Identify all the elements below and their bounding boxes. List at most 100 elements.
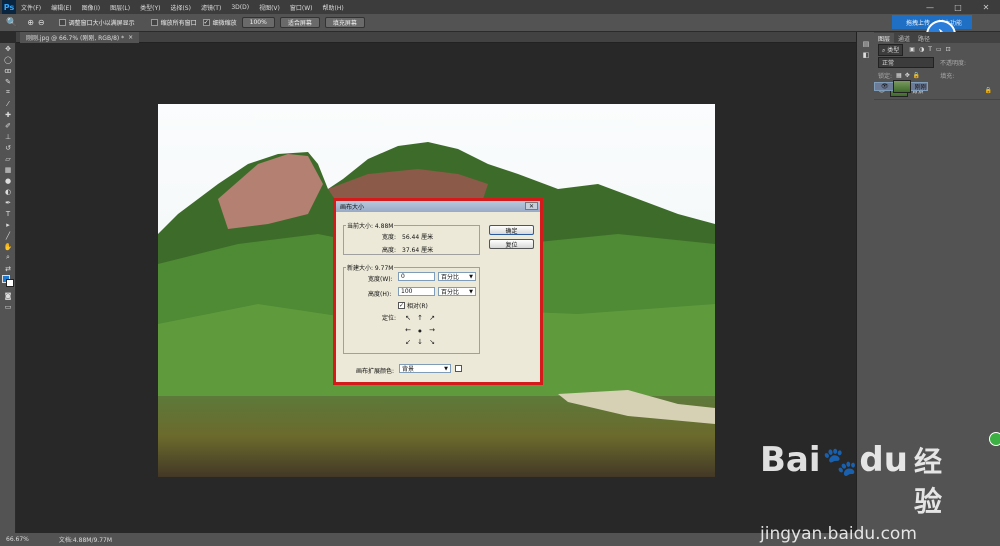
quick-mask-icon[interactable]: ◙ xyxy=(0,290,16,301)
green-status-icon[interactable] xyxy=(989,432,1000,446)
visibility-eye-icon[interactable]: 👁 xyxy=(881,83,889,90)
document-tab-bar: 刚刚.jpg @ 66.7% (刚刚, RGB/8) * × xyxy=(16,32,856,43)
zoom-in-icon[interactable]: ⊕ xyxy=(27,18,34,27)
zoom-all-checkbox[interactable] xyxy=(150,19,158,26)
document-tab[interactable]: 刚刚.jpg @ 66.7% (刚刚, RGB/8) * × xyxy=(20,32,140,43)
baidu-jingyan-watermark: Bai 🐾 du 经验 jingyan.baidu.com xyxy=(760,440,960,544)
screen-mode-icon[interactable]: ▭ xyxy=(0,301,16,312)
current-height-label: 高度: xyxy=(382,247,397,254)
stamp-tool-icon[interactable]: ⊥ xyxy=(0,131,16,142)
menu-3d[interactable]: 3D(D) xyxy=(226,4,254,11)
anchor-center-icon[interactable]: ● xyxy=(414,324,426,336)
blend-mode-select[interactable]: 正常 xyxy=(878,57,934,68)
history-panel-icon[interactable]: ▤ xyxy=(857,38,875,49)
menu-file[interactable]: 文件(F) xyxy=(16,3,46,12)
fill-screen-button[interactable]: 填充屏幕 xyxy=(324,17,365,28)
current-width-label: 宽度: xyxy=(382,234,397,241)
relative-option[interactable]: ✓ 相对(R) xyxy=(398,301,428,310)
maximize-button[interactable]: □ xyxy=(944,0,972,14)
crop-tool-icon[interactable]: ⌗ xyxy=(0,87,16,98)
eyedropper-tool-icon[interactable]: ⁄ xyxy=(0,98,16,109)
zoom-all-option[interactable]: 缩放所有窗口 xyxy=(150,18,197,27)
hand-tool-icon[interactable]: ✋ xyxy=(0,241,16,252)
resize-windows-option[interactable]: 调整窗口大小以满屏显示 xyxy=(58,18,135,27)
layer-row[interactable]: 👁 刚刚 xyxy=(874,80,928,93)
pen-tool-icon[interactable]: ✒ xyxy=(0,197,16,208)
scrubby-zoom-option[interactable]: ✓ 细微缩放 xyxy=(202,18,237,27)
lock-position-icon[interactable]: ✥ xyxy=(905,72,910,79)
marquee-tool-icon[interactable]: ◯ xyxy=(0,54,16,65)
history-brush-tool-icon[interactable]: ↺ xyxy=(0,142,16,153)
menu-help[interactable]: 帮助(H) xyxy=(318,3,349,12)
menu-window[interactable]: 窗口(W) xyxy=(285,3,318,12)
close-window-button[interactable]: ✕ xyxy=(972,0,1000,14)
filter-type-icon[interactable]: T xyxy=(928,46,932,53)
anchor-grid[interactable]: ↖ ↑ ↗ ← ● → ↙ ↓ ↘ xyxy=(402,312,438,348)
gradient-tool-icon[interactable]: ▦ xyxy=(0,164,16,175)
zoom-all-label: 缩放所有窗口 xyxy=(160,20,197,27)
extension-color-swatch[interactable] xyxy=(455,365,462,372)
line-tool-icon[interactable]: ╱ xyxy=(0,230,16,241)
anchor-bottom-right-icon[interactable]: ↘ xyxy=(426,336,438,348)
filter-shape-icon[interactable]: ▭ xyxy=(936,46,942,53)
zoom-100-button[interactable]: 100% xyxy=(241,17,275,28)
tab-close-icon[interactable]: × xyxy=(128,34,133,41)
background-color[interactable] xyxy=(6,279,14,287)
dodge-tool-icon[interactable]: ◐ xyxy=(0,186,16,197)
brush-tool-icon[interactable]: ✐ xyxy=(0,120,16,131)
fit-screen-button[interactable]: 适合屏幕 xyxy=(279,17,320,28)
blur-tool-icon[interactable]: ● xyxy=(0,175,16,186)
menu-type[interactable]: 类型(Y) xyxy=(135,3,165,12)
color-swatches[interactable] xyxy=(0,274,16,290)
lock-pixels-icon[interactable]: ▦ xyxy=(896,72,902,79)
anchor-bottom-left-icon[interactable]: ↙ xyxy=(402,336,414,348)
filter-adjust-icon[interactable]: ◑ xyxy=(919,46,924,53)
anchor-bottom-icon[interactable]: ↓ xyxy=(414,336,426,348)
scrubby-zoom-checkbox[interactable]: ✓ xyxy=(202,19,210,26)
anchor-top-left-icon[interactable]: ↖ xyxy=(402,312,414,324)
width-unit-select[interactable]: 百分比 ▼ xyxy=(438,272,476,281)
reset-button[interactable]: 复位 xyxy=(489,239,534,249)
menu-select[interactable]: 选择(S) xyxy=(165,3,196,12)
height-unit-select[interactable]: 百分比 ▼ xyxy=(438,287,476,296)
path-select-tool-icon[interactable]: ▸ xyxy=(0,219,16,230)
extension-color-select[interactable]: 背景 ▼ xyxy=(399,364,451,373)
relative-checkbox[interactable]: ✓ xyxy=(398,302,405,309)
zoom-icon[interactable]: 🔍 xyxy=(6,18,17,28)
move-tool-icon[interactable]: ✥ xyxy=(0,43,16,54)
menu-filter[interactable]: 滤镜(T) xyxy=(196,3,226,12)
zoom-tool-icon[interactable]: ⌕ xyxy=(0,252,16,263)
resize-windows-checkbox[interactable] xyxy=(58,19,66,26)
lasso-tool-icon[interactable]: ꝏ xyxy=(0,65,16,76)
swap-colors-icon[interactable]: ⇄ xyxy=(0,263,16,274)
menu-image[interactable]: 图像(I) xyxy=(77,3,105,12)
layer-lock-icon: 🔒 xyxy=(984,87,992,94)
height-input[interactable]: 100 xyxy=(398,287,435,296)
width-input[interactable]: 0 xyxy=(398,272,435,281)
anchor-left-icon[interactable]: ← xyxy=(402,324,414,336)
zoom-level[interactable]: 66.67% xyxy=(6,536,29,543)
type-tool-icon[interactable]: T xyxy=(0,208,16,219)
zoom-out-icon[interactable]: ⊖ xyxy=(38,18,45,27)
anchor-top-icon[interactable]: ↑ xyxy=(414,312,426,324)
filter-smart-icon[interactable]: ⊡ xyxy=(946,46,951,53)
ok-button[interactable]: 确定 xyxy=(489,225,534,235)
tab-paths[interactable]: 路径 xyxy=(914,33,934,43)
minimize-button[interactable]: — xyxy=(916,0,944,14)
layer-kind-select[interactable]: ⌕ 类型 xyxy=(878,43,904,56)
lock-all-icon[interactable]: 🔒 xyxy=(913,72,920,79)
filter-image-icon[interactable]: ▣ xyxy=(909,46,915,53)
anchor-top-right-icon[interactable]: ↗ xyxy=(426,312,438,324)
menu-view[interactable]: 视图(V) xyxy=(254,3,285,12)
quick-select-tool-icon[interactable]: ✎ xyxy=(0,76,16,87)
document-info[interactable]: 文档:4.88M/9.77M xyxy=(59,535,112,544)
healing-tool-icon[interactable]: ✚ xyxy=(0,109,16,120)
tab-layers[interactable]: 图层 xyxy=(874,33,895,43)
anchor-right-icon[interactable]: → xyxy=(426,324,438,336)
menu-edit[interactable]: 编辑(E) xyxy=(46,3,76,12)
menu-layer[interactable]: 图层(L) xyxy=(105,3,135,12)
tab-channels[interactable]: 通道 xyxy=(894,33,914,43)
properties-panel-icon[interactable]: ◧ xyxy=(857,49,875,60)
eraser-tool-icon[interactable]: ▱ xyxy=(0,153,16,164)
dialog-close-button[interactable]: ✕ xyxy=(525,202,538,210)
